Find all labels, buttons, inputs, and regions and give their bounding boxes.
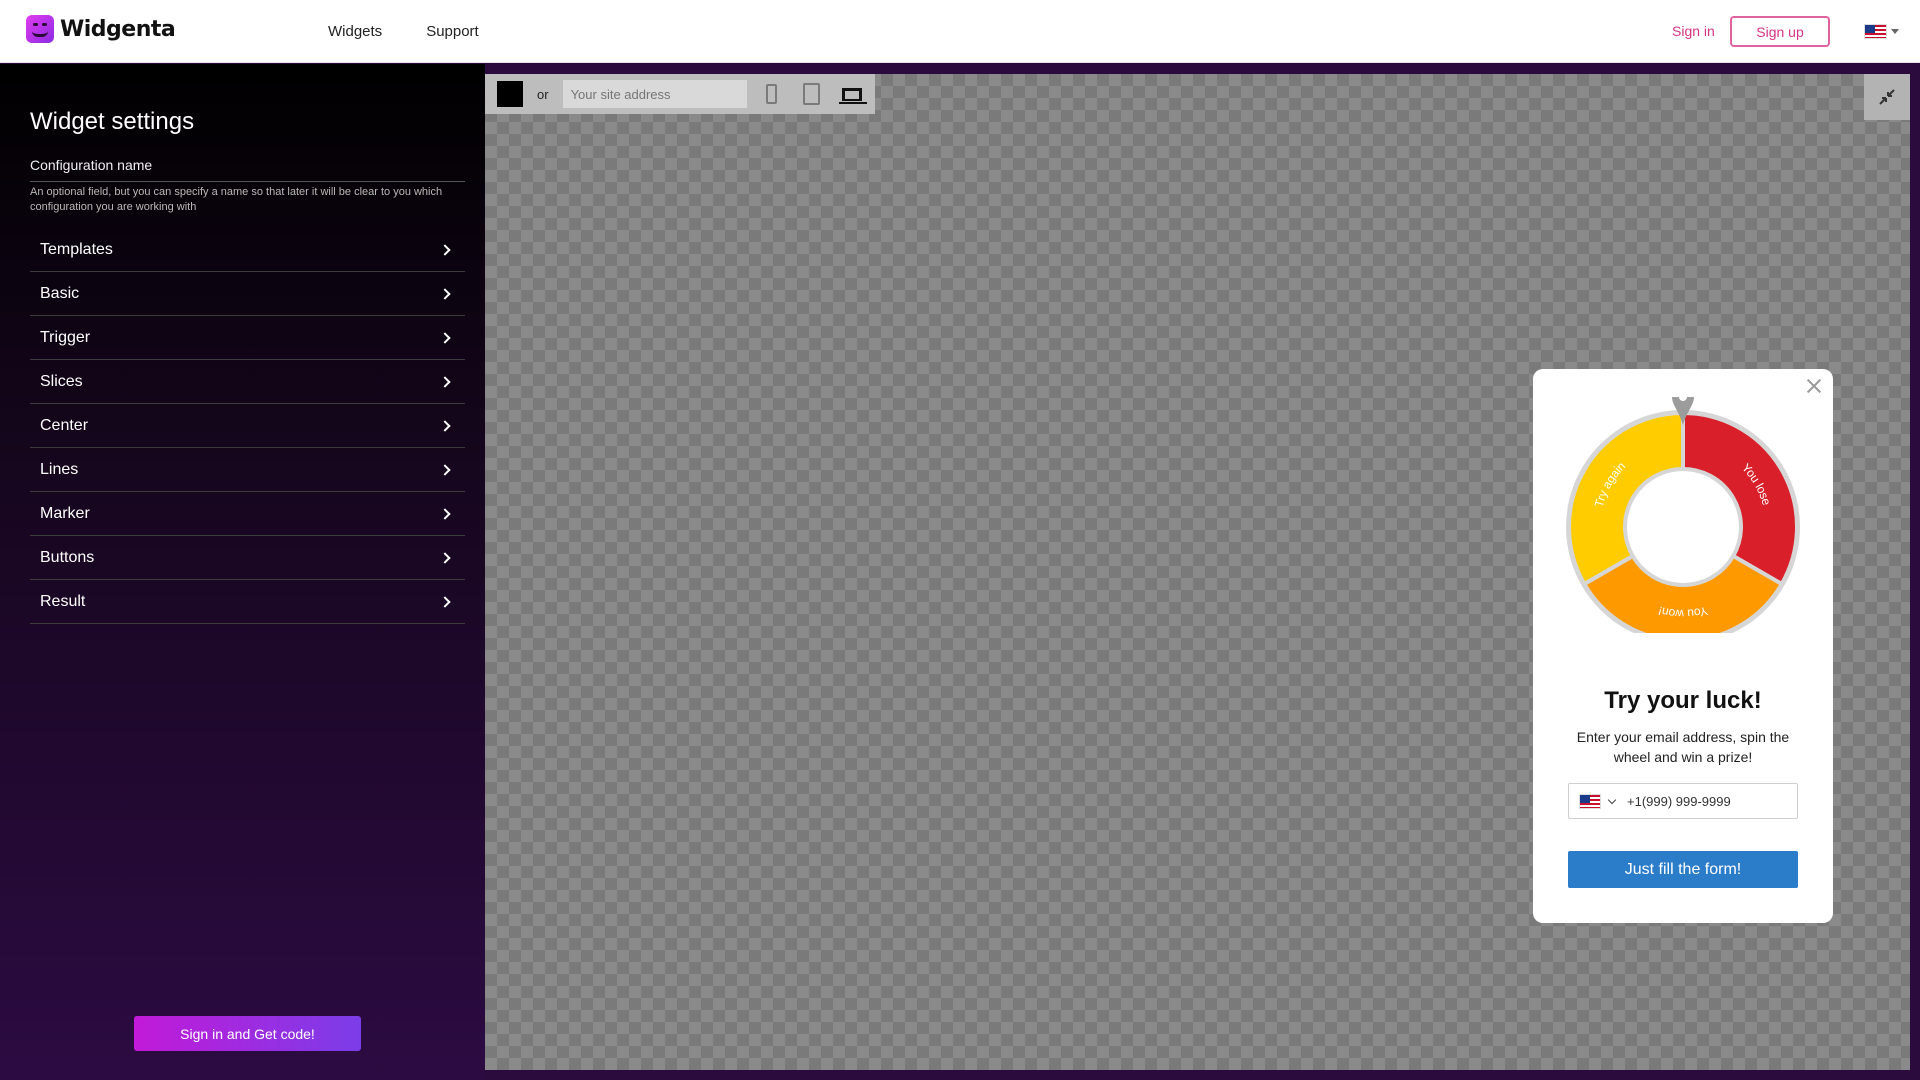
section-slices[interactable]: Slices xyxy=(30,360,465,404)
section-label: Center xyxy=(40,416,89,434)
sidebar-title: Widget settings xyxy=(30,108,195,135)
background-color-picker[interactable] xyxy=(497,81,523,107)
phone-icon xyxy=(766,84,778,104)
or-label: or xyxy=(537,86,549,102)
spin-wheel-popup: You lose You won! Try again Try your luck!… xyxy=(1533,369,1833,923)
popup-title: Try your luck! xyxy=(1604,687,1762,714)
phone-field[interactable] xyxy=(1568,783,1798,819)
phone-input[interactable] xyxy=(1627,793,1777,809)
site-address-input[interactable] xyxy=(562,80,747,108)
chevron-right-icon xyxy=(439,595,451,608)
collapse-button[interactable] xyxy=(1864,74,1910,120)
widgenta-logo-icon xyxy=(26,15,54,43)
nav-widgets[interactable]: Widgets xyxy=(328,23,382,40)
section-label: Lines xyxy=(40,460,79,478)
brand-logo[interactable]: Widgenta xyxy=(26,15,176,43)
section-label: Buttons xyxy=(40,548,95,566)
section-label: Trigger xyxy=(40,328,91,346)
prize-wheel[interactable]: You loseYou won!Try again xyxy=(1565,397,1801,633)
preview-canvas: or You loseYou won!Try again Try your lu… xyxy=(485,74,1910,1070)
section-center[interactable]: Center xyxy=(30,404,465,448)
desktop-view-button[interactable] xyxy=(837,79,867,109)
language-selector[interactable] xyxy=(1864,24,1899,39)
get-code-button[interactable]: Sign in and Get code! xyxy=(134,1016,361,1051)
collapse-icon xyxy=(1879,89,1895,105)
section-label: Slices xyxy=(40,372,83,390)
section-templates[interactable]: Templates xyxy=(30,228,465,272)
wheel-center xyxy=(1627,471,1739,583)
tablet-icon xyxy=(803,83,821,105)
section-basic[interactable]: Basic xyxy=(30,272,465,316)
submit-button[interactable]: Just fill the form! xyxy=(1568,851,1798,888)
tablet-view-button[interactable] xyxy=(797,79,827,109)
section-label: Templates xyxy=(40,240,113,258)
chevron-right-icon xyxy=(439,419,451,432)
chevron-right-icon xyxy=(439,551,451,564)
popup-text: Enter your email address, spin the wheel… xyxy=(1576,729,1790,765)
chevron-right-icon xyxy=(439,331,451,344)
chevron-right-icon xyxy=(439,243,451,256)
config-name-label[interactable]: Configuration name xyxy=(30,157,152,173)
section-label: Result xyxy=(40,592,86,610)
section-lines[interactable]: Lines xyxy=(30,448,465,492)
main-nav: Widgets Support xyxy=(328,23,479,40)
section-label: Marker xyxy=(40,504,90,522)
section-buttons[interactable]: Buttons xyxy=(30,536,465,580)
config-name-help: An optional field, but you can specify a… xyxy=(30,186,443,213)
us-flag-icon[interactable] xyxy=(1579,793,1601,809)
sign-up-button[interactable]: Sign up xyxy=(1730,16,1830,47)
chevron-right-icon xyxy=(439,375,451,388)
laptop-icon xyxy=(838,87,867,104)
chevron-right-icon xyxy=(439,287,451,300)
brand-name: Widgenta xyxy=(60,16,176,42)
us-flag-icon xyxy=(1864,24,1887,39)
section-label: Basic xyxy=(40,284,80,302)
sign-in-link[interactable]: Sign in xyxy=(1672,23,1715,39)
caret-down-icon xyxy=(1891,29,1899,34)
phone-view-button[interactable] xyxy=(757,79,787,109)
preview-toolbar: or xyxy=(485,74,875,114)
chevron-down-icon[interactable] xyxy=(1607,795,1617,804)
settings-accordion: Templates Basic Trigger Slices Center Li… xyxy=(30,228,465,624)
settings-sidebar: Widget settings Configuration name An op… xyxy=(0,64,485,1080)
nav-support[interactable]: Support xyxy=(426,23,479,40)
config-name-field[interactable] xyxy=(30,181,465,182)
close-icon[interactable] xyxy=(1805,377,1823,395)
section-trigger[interactable]: Trigger xyxy=(30,316,465,360)
section-result[interactable]: Result xyxy=(30,580,465,624)
section-marker[interactable]: Marker xyxy=(30,492,465,536)
chevron-right-icon xyxy=(439,463,451,476)
top-header: Widgenta Widgets Support Sign in Sign up xyxy=(0,0,1920,63)
chevron-right-icon xyxy=(439,507,451,520)
